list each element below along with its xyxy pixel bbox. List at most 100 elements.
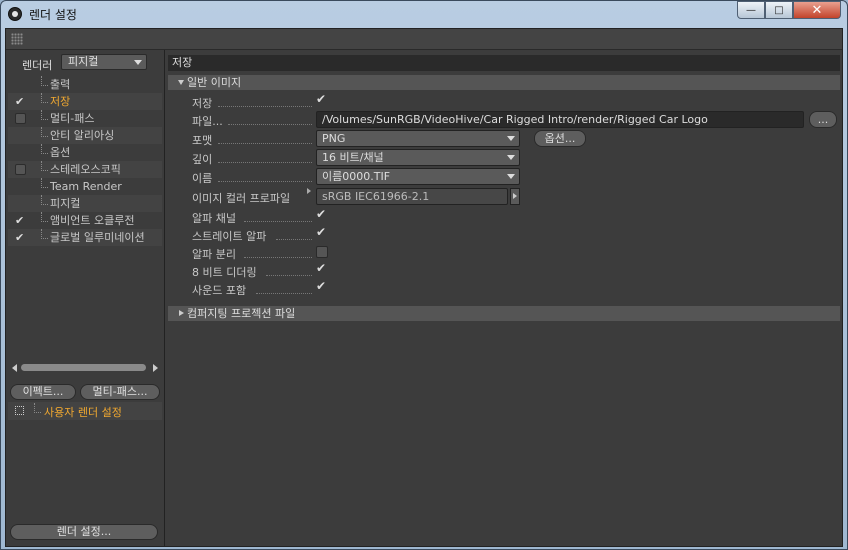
dotted-leader — [218, 105, 312, 107]
dithering-checkbox[interactable] — [316, 261, 328, 276]
renderer-label: 렌더러 — [22, 59, 53, 72]
straight-alpha-checkbox[interactable] — [316, 225, 328, 240]
include-sound-label: 사운드 포함 — [192, 284, 247, 297]
triangle-down-icon[interactable] — [178, 80, 184, 85]
tree-item-checkbox[interactable] — [15, 93, 26, 110]
dotted-leader — [276, 238, 312, 240]
user-render-setting-item[interactable]: 사용자 렌더 설정 — [8, 402, 162, 420]
tree-item-options[interactable]: 옵션 — [8, 144, 162, 161]
tree-line — [41, 161, 48, 171]
tree-item-global-illumination[interactable]: 글로벌 일루미네이션 — [8, 229, 162, 246]
dotted-leader — [218, 142, 312, 144]
client-area: 렌더러 피지컬 출력 저장 멀티-패스 — [5, 28, 843, 547]
chevron-down-icon — [507, 174, 515, 179]
alpha-channel-checkbox[interactable] — [316, 207, 328, 222]
save-checkbox[interactable] — [316, 92, 328, 107]
tree-line — [34, 403, 41, 413]
close-button[interactable]: ✕ — [793, 1, 841, 19]
format-options-button[interactable]: 옵션... — [534, 130, 586, 147]
effect-button[interactable]: 이펙트... — [10, 384, 76, 400]
maximize-button[interactable]: □ — [765, 1, 793, 19]
tree-line — [41, 212, 48, 222]
window-controls: — □ ✕ — [737, 1, 841, 20]
depth-dropdown[interactable]: 16 비트/채널 — [316, 149, 520, 166]
save-settings-panel: 저장 일반 이미지 저장 파일... /Volumes/SunRGB/Video… — [166, 50, 842, 546]
settings-sidebar: 렌더러 피지컬 출력 저장 멀티-패스 — [6, 50, 165, 546]
dithering-label: 8 비트 디더링 — [192, 266, 257, 279]
grip-icon[interactable] — [11, 33, 23, 45]
tree-item-label: 피지컬 — [50, 197, 81, 210]
include-sound-checkbox[interactable] — [316, 279, 328, 294]
tree-item-checkbox[interactable] — [15, 113, 26, 124]
name-dropdown[interactable]: 이름0000.TIF — [316, 168, 520, 185]
triangle-right-icon[interactable] — [179, 310, 184, 316]
render-settings-window: 렌더 설정 — □ ✕ 렌더러 피지컬 출력 ✔ 저장 멀티-패스 안티 알리아… — [0, 0, 848, 550]
tree-item-stereoscopic[interactable]: 스테레오스코픽 — [8, 161, 162, 178]
scroll-right-icon[interactable] — [153, 364, 158, 372]
tree-line — [41, 127, 48, 137]
tree-line — [41, 76, 48, 86]
toolbar — [6, 29, 842, 50]
section-compositing-project-file[interactable]: 컴퍼지팅 프로젝션 파일 — [168, 306, 840, 321]
tree-line — [41, 229, 48, 239]
renderer-dropdown[interactable]: 피지컬 — [61, 54, 147, 70]
tree-item-ambient-occlusion[interactable]: 앰비언트 오클루전 — [8, 212, 162, 229]
dotted-leader — [218, 180, 312, 182]
tree-item-label: 저장 — [50, 95, 71, 108]
separate-alpha-checkbox[interactable] — [316, 246, 328, 258]
multipass-button[interactable]: 멀티-패스... — [80, 384, 160, 400]
minimize-button[interactable]: — — [737, 1, 765, 19]
tree-line — [41, 110, 48, 120]
tree-item-checkbox[interactable] — [15, 212, 26, 229]
scrollbar-thumb[interactable] — [21, 364, 146, 371]
format-label: 포맷 — [192, 134, 213, 147]
tree-item-antialiasing[interactable]: 안티 알리아싱 — [8, 127, 162, 144]
dotted-leader — [244, 220, 312, 222]
tree-item-label: 스테레오스코픽 — [50, 163, 121, 176]
file-path-input[interactable]: /Volumes/SunRGB/VideoHive/Car Rigged Int… — [316, 111, 804, 128]
tree-item-label: 옵션 — [50, 146, 71, 159]
tree-item-multipass[interactable]: 멀티-패스 — [8, 110, 162, 127]
name-dropdown-value: 이름0000.TIF — [322, 170, 391, 183]
expand-icon[interactable] — [15, 406, 24, 415]
section-general-image[interactable]: 일반 이미지 — [168, 75, 840, 90]
title-bar[interactable]: 렌더 설정 — □ ✕ — [1, 1, 847, 28]
scroll-left-icon[interactable] — [12, 364, 17, 372]
depth-label: 깊이 — [192, 153, 213, 166]
tree-item-output[interactable]: 출력 — [8, 76, 162, 93]
tree-item-save[interactable]: 저장 — [8, 93, 162, 110]
tree-item-physical[interactable]: 피지컬 — [8, 195, 162, 212]
tree-item-checkbox[interactable] — [15, 164, 26, 175]
tree-item-checkbox[interactable] — [15, 229, 26, 246]
section-general-image-label: 일반 이미지 — [187, 76, 242, 89]
dotted-leader — [218, 161, 312, 163]
separate-alpha-label: 알파 분리 — [192, 248, 236, 261]
tree-line — [41, 93, 48, 103]
dotted-leader — [266, 274, 312, 276]
dotted-leader — [228, 123, 312, 125]
format-dropdown[interactable]: PNG — [316, 130, 520, 147]
chevron-down-icon — [134, 60, 142, 65]
tree-line — [41, 144, 48, 154]
expand-arrow-icon[interactable] — [307, 188, 311, 194]
tree-horizontal-scrollbar[interactable] — [12, 363, 158, 373]
color-profile-menu-button[interactable] — [510, 188, 520, 205]
renderer-dropdown-value: 피지컬 — [68, 55, 99, 68]
tree-item-label: 안티 알리아싱 — [50, 129, 115, 142]
section-compositing-label: 컴퍼지팅 프로젝션 파일 — [187, 307, 296, 320]
tree-item-label: 앰비언트 오클루전 — [50, 214, 135, 227]
format-dropdown-value: PNG — [322, 132, 346, 145]
file-browse-button[interactable]: ... — [809, 111, 837, 128]
chevron-down-icon — [507, 155, 515, 160]
render-settings-button[interactable]: 렌더 설정... — [10, 524, 158, 540]
tree-line — [41, 178, 48, 188]
color-profile-field: sRGB IEC61966-2.1 — [316, 188, 508, 205]
file-label: 파일... — [192, 115, 223, 128]
depth-dropdown-value: 16 비트/채널 — [322, 151, 384, 164]
cinema4d-app-icon — [8, 7, 22, 21]
tree-item-label: 멀티-패스 — [50, 112, 95, 125]
tree-item-label: Team Render — [50, 180, 122, 193]
user-render-setting-label: 사용자 렌더 설정 — [44, 406, 122, 419]
tree-line — [41, 195, 48, 205]
tree-item-team-render[interactable]: Team Render — [8, 178, 162, 195]
